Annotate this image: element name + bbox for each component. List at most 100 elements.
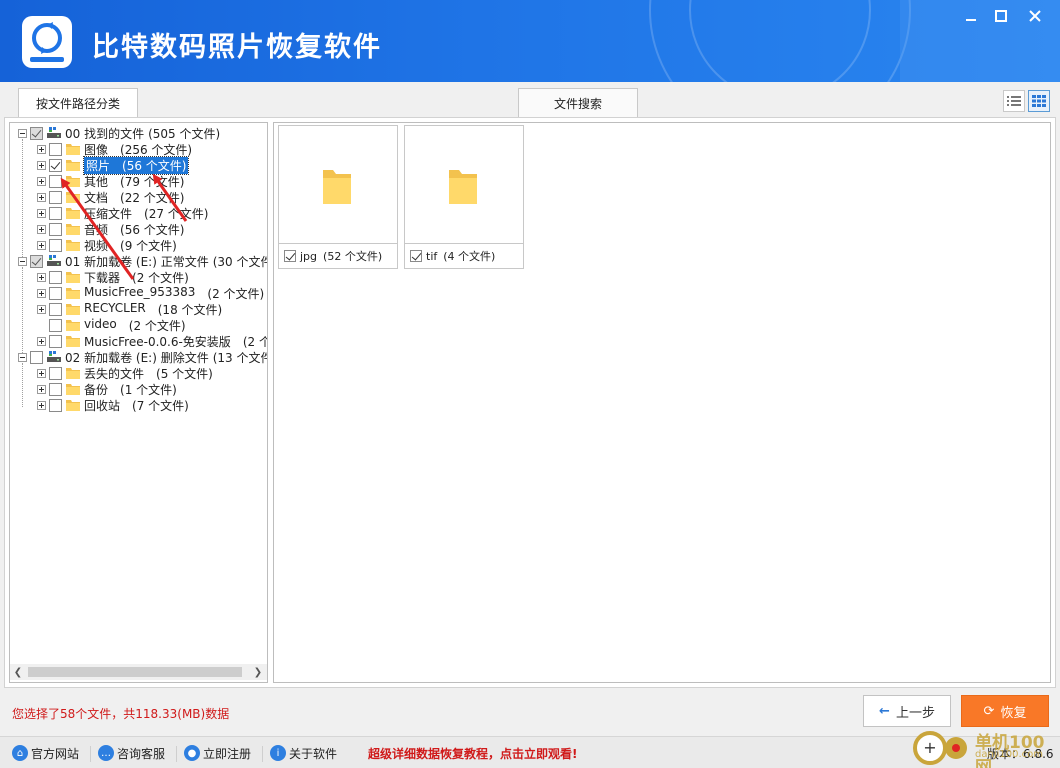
user-icon: ● — [184, 745, 200, 761]
tree-folder-node[interactable]: 音频 (56 个文件) — [37, 221, 184, 237]
folder-tree[interactable]: 00 找到的文件 (505 个文件) 图像 (256 个文件) 照片 (56 个文件) 其他… — [9, 122, 268, 683]
close-button[interactable] — [1024, 6, 1046, 26]
expand-icon[interactable] — [37, 224, 46, 234]
tree-folder-node[interactable]: MusicFree-0.0.6-免安装版 (2 个文件) — [37, 333, 267, 349]
expand-icon[interactable] — [37, 144, 46, 154]
tree-checkbox[interactable] — [49, 286, 62, 300]
folder-icon — [66, 384, 80, 395]
tree-checkbox[interactable] — [49, 174, 62, 188]
collapse-icon[interactable] — [18, 352, 27, 362]
list-view-button[interactable] — [1003, 90, 1025, 112]
tree-checkbox[interactable] — [49, 302, 62, 316]
tree-node-count: (18 个文件) — [157, 302, 223, 317]
tree-node-name: 丢失的文件 — [84, 366, 145, 381]
recover-button[interactable]: ⟳ 恢复 — [961, 695, 1049, 727]
tree-folder-node[interactable]: 丢失的文件 (5 个文件) — [37, 365, 213, 381]
tree-checkbox[interactable] — [49, 142, 62, 156]
footer-link-label: 官方网站 — [31, 746, 80, 761]
tree-checkbox[interactable] — [30, 126, 43, 140]
tree-checkbox[interactable] — [49, 270, 62, 284]
official-site-link[interactable]: ⌂ 官方网站 — [12, 744, 79, 762]
tree-folder-node[interactable]: 视频 (9 个文件) — [37, 237, 177, 253]
tree-folder-node[interactable]: RECYCLER (18 个文件) — [37, 301, 222, 317]
about-link[interactable]: i 关于软件 — [270, 744, 337, 762]
tab-path-category[interactable]: 按文件路径分类 — [18, 88, 138, 118]
tab-file-search[interactable]: 文件搜索 — [518, 88, 638, 118]
maximize-button[interactable] — [990, 6, 1012, 26]
customer-service-link[interactable]: … 咨询客服 — [98, 744, 165, 762]
tree-checkbox[interactable] — [49, 398, 62, 412]
tree-root-node[interactable]: 00 找到的文件 (505 个文件) — [18, 125, 220, 141]
grid-view-button[interactable] — [1028, 90, 1050, 112]
folder-icon — [66, 160, 80, 171]
folder-icon — [66, 144, 80, 155]
chat-icon: … — [98, 745, 114, 761]
tree-folder-node[interactable]: 图像 (256 个文件) — [37, 141, 192, 157]
tree-node-text: 其他 (79 个文件) — [84, 173, 184, 190]
tree-root-node[interactable]: 02 新加载卷 (E:) 删除文件(13 个文件) — [18, 349, 267, 365]
previous-step-button[interactable]: ← 上一步 — [863, 695, 951, 727]
expand-icon[interactable] — [37, 272, 46, 282]
tree-checkbox[interactable] — [49, 318, 62, 332]
tree-horizontal-scrollbar[interactable]: ❮ ❯ — [10, 664, 267, 680]
tree-folder-node[interactable]: 下载器 (2 个文件) — [37, 269, 189, 285]
tree-folder-node[interactable]: 文档 (22 个文件) — [37, 189, 184, 205]
tree-checkbox[interactable] — [30, 254, 43, 268]
expand-icon[interactable] — [37, 192, 46, 202]
tutorial-promo-link[interactable]: 超级详细数据恢复教程，点击立即观看! — [368, 745, 577, 762]
tree-folder-node[interactable]: 其他 (79 个文件) — [37, 173, 184, 189]
file-type-tile-tif[interactable]: tif (4 个文件) — [404, 125, 524, 269]
tile-checkbox[interactable] — [284, 250, 296, 262]
tree-folder-node[interactable]: 压缩文件 (27 个文件) — [37, 205, 208, 221]
expand-icon[interactable] — [37, 160, 46, 170]
minimize-button[interactable] — [960, 6, 982, 26]
watermark-logo: + — [913, 731, 967, 765]
file-type-tile-jpg[interactable]: jpg (52 个文件) — [278, 125, 398, 269]
tree-node-count: (30 个文件) — [212, 254, 267, 269]
tree-folder-node[interactable]: 照片 (56 个文件) — [37, 155, 190, 175]
register-link[interactable]: ● 立即注册 — [184, 744, 251, 762]
tree-node-text: 丢失的文件 (5 个文件) — [84, 365, 213, 382]
expand-icon[interactable] — [37, 240, 46, 250]
tree-node-count: (1 个文件) — [120, 382, 177, 397]
expand-icon[interactable] — [37, 336, 46, 346]
tree-folder-node[interactable]: MusicFree_953383 (2 个文件) — [37, 285, 264, 301]
footer-divider — [90, 746, 91, 762]
tree-folder-node[interactable]: video (2 个文件) — [37, 317, 186, 333]
tile-name: jpg — [300, 249, 318, 263]
tile-checkbox[interactable] — [410, 250, 422, 262]
tree-checkbox[interactable] — [49, 366, 62, 380]
tree-folder-node[interactable]: 备份 (1 个文件) — [37, 381, 177, 397]
expand-icon[interactable] — [37, 384, 46, 394]
tree-folder-node[interactable]: 回收站 (7 个文件) — [37, 397, 189, 413]
expand-icon[interactable] — [37, 368, 46, 378]
tile-name: tif — [426, 249, 438, 263]
expand-icon[interactable] — [37, 208, 46, 218]
tree-checkbox[interactable] — [49, 206, 62, 220]
tree-node-count: (505 个文件) — [148, 126, 221, 141]
tree-checkbox[interactable] — [49, 190, 62, 204]
scroll-left-icon[interactable]: ❮ — [12, 666, 24, 678]
tree-node-count: (7 个文件) — [132, 398, 189, 413]
expand-icon[interactable] — [37, 304, 46, 314]
tree-node-text: 下载器 (2 个文件) — [84, 269, 189, 286]
previous-step-label: 上一步 — [895, 705, 935, 721]
tree-checkbox[interactable] — [49, 382, 62, 396]
expand-icon[interactable] — [37, 176, 46, 186]
collapse-icon[interactable] — [18, 256, 27, 266]
folder-icon — [66, 368, 80, 379]
folder-icon — [66, 320, 80, 331]
tree-checkbox[interactable] — [49, 238, 62, 252]
tree-checkbox[interactable] — [49, 222, 62, 236]
expand-icon[interactable] — [37, 400, 46, 410]
tree-node-name: 视频 — [84, 238, 109, 253]
scroll-thumb[interactable] — [28, 667, 242, 677]
tree-root-node[interactable]: 01 新加载卷 (E:) 正常文件(30 个文件) — [18, 253, 267, 269]
scroll-right-icon[interactable]: ❯ — [252, 666, 264, 678]
footer-link-label: 立即注册 — [203, 746, 252, 761]
tree-checkbox[interactable] — [30, 350, 43, 364]
collapse-icon[interactable] — [18, 128, 27, 138]
tree-checkbox[interactable] — [49, 158, 62, 172]
tree-checkbox[interactable] — [49, 334, 62, 348]
expand-icon[interactable] — [37, 288, 46, 298]
